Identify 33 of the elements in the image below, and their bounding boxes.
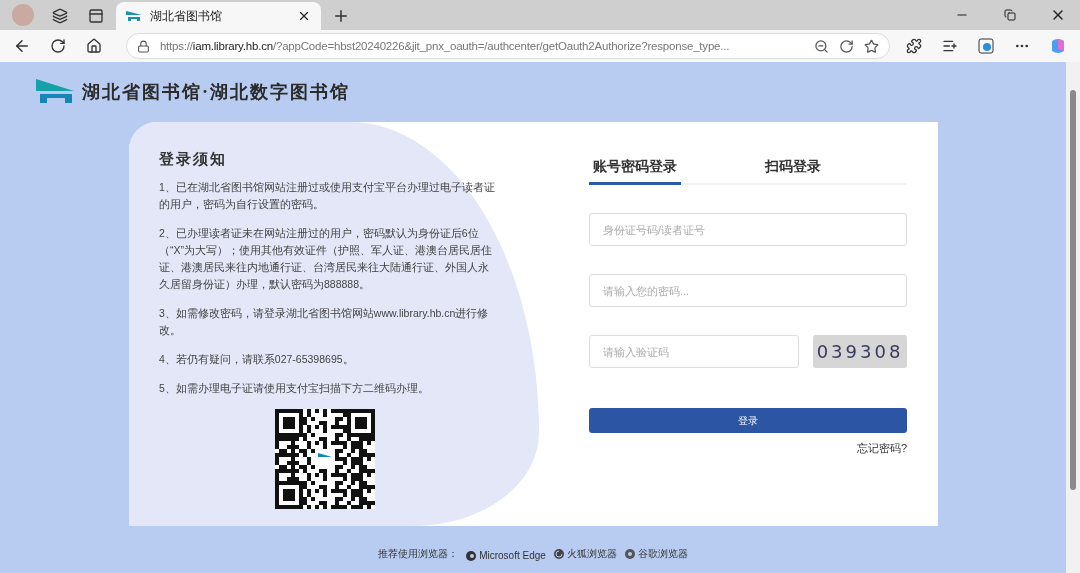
browser-link[interactable]: 火狐浏览器: [553, 547, 617, 561]
login-tab[interactable]: 账号密码登录: [589, 154, 681, 185]
password-field[interactable]: 请输入您的密码...: [589, 274, 907, 307]
address-bar[interactable]: https://iam.library.hb.cn/?appCode=hbst20240226&jit_pnx_oauth=/authcenter/getOauth2Authorize?response_type...: [125, 33, 891, 59]
browser-link[interactable]: 谷歌浏览器: [624, 547, 688, 561]
captcha-image[interactable]: 039308: [813, 335, 907, 368]
library-logo-icon: [126, 10, 142, 22]
close-icon[interactable]: [297, 9, 311, 23]
url-text: https://iam.library.hb.cn/?appCode=hbst20240226&jit_pnx_oauth=/authcenter/getOauth2Authorize?response_type...: [159, 40, 731, 52]
notice-text: 1、已在湖北省图书馆网站注册过或使用支付宝平台办理过电子读者证的用户，密码为自行设置的密码。: [159, 180, 496, 212]
star-icon[interactable]: [864, 38, 880, 54]
lock-icon: [136, 39, 150, 53]
notice-text: 3、如需修改密码，请登录湖北省图书馆网站www.library.hb.cn进行修改。: [159, 306, 490, 338]
browser-link[interactable]: Microsoft Edge: [466, 550, 546, 561]
notice-text: 5、如需办理电子证请使用支付宝扫描下方二维码办理。: [159, 381, 430, 396]
footer-label: 推荐使用浏览器：: [378, 547, 459, 561]
library-logo-icon: [36, 79, 74, 105]
refresh-circle-icon[interactable]: [839, 38, 855, 54]
scrollbar-thumb[interactable]: [1070, 90, 1076, 490]
captcha-field[interactable]: 请输入验证码: [589, 335, 799, 368]
browser-logo-icon: [624, 549, 635, 559]
notice-text: 4、若仍有疑问，请联系027-65398695。: [159, 352, 355, 367]
username-field[interactable]: 身份证号码/读者证号: [589, 213, 907, 246]
logo-text: 湖北省图书馆·湖北数字图书馆: [82, 81, 350, 104]
browser-logo-icon: [466, 550, 477, 561]
login-button[interactable]: 登录: [589, 408, 907, 433]
zoom-out-icon[interactable]: [814, 38, 830, 54]
notice-title: 登录须知: [159, 150, 228, 169]
browser-logo-icon: [553, 549, 564, 559]
notice-text: 2、已办理读者证未在网站注册过的用户，密码默认为身份证后6位（“X”为大写）；使用其他有效证件（护照、军人证、港澳台居民居住证、港澳居民来往内地通行证、台湾居民来往大陆通行证、外国人永久居留身份证）办理，默认密码为888888。: [159, 226, 493, 292]
forgot-password-link[interactable]: 忘记密码?: [856, 441, 907, 456]
login-tab[interactable]: 扫码登录: [761, 154, 825, 185]
browser-tab[interactable]: 湖北省图书馆: [116, 2, 321, 30]
